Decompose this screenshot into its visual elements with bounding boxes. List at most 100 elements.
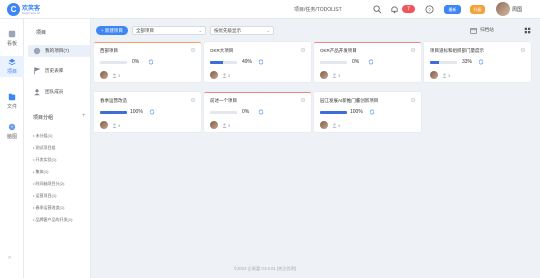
progress-percent: 33%	[462, 59, 473, 65]
settings-icon[interactable]	[520, 47, 526, 53]
app-logo[interactable]: C	[7, 3, 20, 16]
upgrade-button[interactable]: 升级	[470, 5, 485, 14]
chevron-down-icon: ⌄	[198, 28, 202, 33]
add-group-icon[interactable]: +	[82, 113, 86, 119]
latest-button[interactable]: 最新	[444, 5, 461, 14]
board-icon	[8, 30, 16, 38]
group-item[interactable]: • 时间轴项目分(2)	[33, 181, 64, 187]
chevron-down-icon: ⌄	[266, 28, 270, 33]
settings-icon[interactable]	[190, 47, 196, 53]
group-item[interactable]: • 春季运营改造(1)	[33, 205, 64, 211]
member-count: 3	[338, 73, 341, 78]
group-item[interactable]: • 未分组(1)	[33, 133, 52, 139]
refresh-icon[interactable]	[148, 59, 154, 65]
card-title: OKR大项目	[210, 48, 234, 53]
member-icon	[112, 73, 117, 78]
avatar[interactable]	[210, 71, 218, 79]
group-section-title: 项目分组	[33, 115, 54, 121]
progress-bar	[320, 61, 347, 64]
group-item[interactable]: • 品牌客户品的开发(1)	[33, 217, 72, 223]
svg-text:+: +	[11, 126, 14, 131]
member-count: 3	[228, 73, 231, 78]
refresh-icon[interactable]	[258, 109, 264, 115]
notification-badge[interactable]: 7	[402, 5, 415, 13]
progress-fill	[100, 111, 127, 114]
breadcrumb[interactable]: 项目/任务/TODOLIST	[294, 6, 342, 13]
nav-label: 团队成员	[45, 89, 64, 94]
nav-team-members[interactable]: 团队成员	[28, 86, 90, 98]
app-subtitle: Happiness kit	[22, 11, 41, 15]
settings-icon[interactable]	[300, 97, 306, 103]
sort-select[interactable]: 按优先级显示 ⌄	[210, 26, 274, 35]
avatar[interactable]	[430, 71, 438, 79]
avatar[interactable]	[100, 121, 108, 129]
rail-item-board[interactable]: 看板	[0, 30, 24, 47]
settings-icon[interactable]	[190, 97, 196, 103]
refresh-icon[interactable]	[258, 59, 264, 65]
grid-view-icon[interactable]	[524, 27, 531, 34]
project-card[interactable]: 西部项目 0% 3	[94, 42, 201, 82]
rail-label: 脑图	[6, 134, 17, 140]
collapse-icon[interactable]: »	[8, 255, 11, 261]
member-count: 3	[118, 123, 121, 128]
group-item[interactable]: • 开发实验(1)	[33, 157, 56, 163]
avatar[interactable]	[100, 71, 108, 79]
settings-icon[interactable]	[410, 97, 416, 103]
project-card[interactable]: 前述一个项目 0% 3	[204, 92, 311, 132]
rail-item-file[interactable]: 文件	[0, 93, 24, 110]
flag-icon	[34, 67, 41, 75]
settings-icon[interactable]	[300, 47, 306, 53]
refresh-icon[interactable]	[149, 109, 155, 115]
archive-icon[interactable]	[470, 27, 477, 34]
top-header: C 欢笑客 Happiness kit 项目/任务/TODOLIST 7 ? 最…	[0, 0, 540, 19]
nav-label: 我的项目(7)	[45, 48, 69, 53]
member-icon	[442, 73, 447, 78]
avatar[interactable]	[496, 2, 510, 16]
progress-percent: 0%	[132, 59, 140, 65]
nav-my-projects[interactable]: 我的项目(7)	[28, 45, 90, 57]
rail-item-project[interactable]: 项目	[0, 56, 24, 77]
refresh-icon[interactable]	[368, 59, 374, 65]
search-icon[interactable]	[372, 4, 383, 15]
rail-item-mindmap[interactable]: + 脑图	[0, 123, 24, 140]
member-count: 4	[338, 123, 341, 128]
settings-icon[interactable]	[410, 47, 416, 53]
progress-fill	[430, 61, 439, 64]
layers-icon	[8, 58, 16, 66]
refresh-icon[interactable]	[369, 109, 375, 115]
project-card[interactable]: OKR大项目 49% 3	[204, 42, 311, 82]
project-card[interactable]: 春季运营改造 100% 3	[94, 92, 201, 132]
project-card[interactable]: 园江发展AI新推门董创新项目 100% 4	[314, 92, 421, 132]
member-icon	[112, 123, 117, 128]
project-card[interactable]: 项目道标和组织部门量度示 33% 3	[424, 42, 531, 82]
refresh-icon[interactable]	[478, 59, 484, 65]
nav-history[interactable]: 历史表库	[28, 65, 90, 77]
progress-percent: 100%	[130, 109, 143, 115]
avatar[interactable]	[320, 121, 328, 129]
member-count: 3	[118, 73, 121, 78]
project-filter-select[interactable]: 全部项目 ⌄	[132, 26, 206, 35]
group-item[interactable]: • 运营项目(1)	[33, 193, 56, 199]
mindmap-icon: +	[8, 123, 16, 131]
help-icon[interactable]: ?	[424, 4, 435, 15]
progress-percent: 0%	[352, 59, 360, 65]
rail-label: 文件	[6, 104, 17, 110]
member-count: 3	[448, 73, 451, 78]
avatar[interactable]	[210, 121, 218, 129]
project-card[interactable]: OKR产品开发项目 0% 3	[314, 42, 421, 82]
progress-bar	[430, 61, 457, 64]
svg-text:?: ?	[428, 7, 431, 12]
member-count: 3	[228, 123, 231, 128]
card-title: 园江发展AI新推门董创新项目	[320, 98, 379, 103]
progress-bar	[210, 111, 237, 114]
team-icon	[34, 89, 40, 96]
progress-bar	[320, 111, 347, 114]
bell-icon[interactable]	[389, 4, 400, 15]
archive-link[interactable]: 归档站	[480, 27, 494, 33]
avatar[interactable]	[320, 71, 328, 79]
user-name[interactable]: 周国	[512, 6, 522, 13]
progress-bar	[100, 61, 127, 64]
new-project-button[interactable]: + 新建项目	[96, 26, 128, 35]
group-item[interactable]: • 集体(1)	[33, 169, 48, 175]
group-item[interactable]: • 测试项目组	[33, 145, 56, 151]
